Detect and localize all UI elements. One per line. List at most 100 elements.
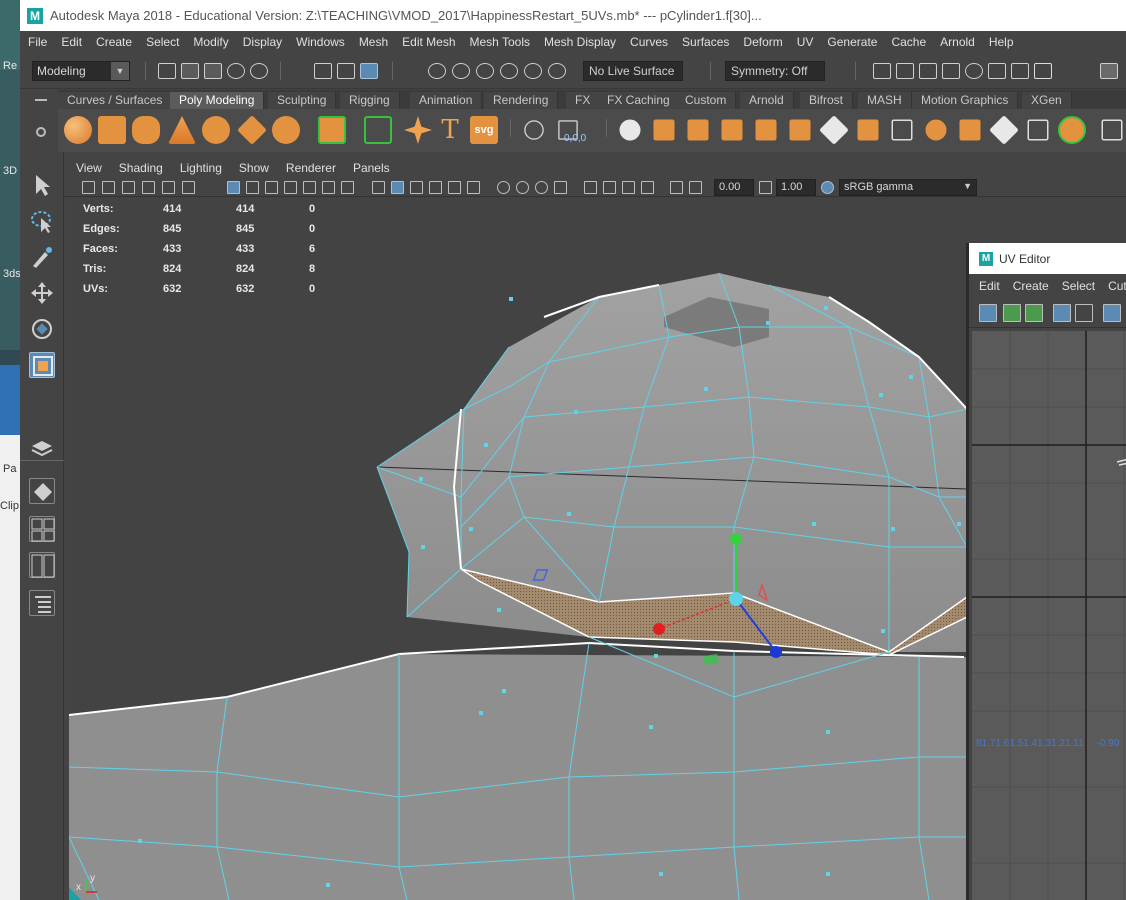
resolution-gate-icon[interactable] xyxy=(265,181,278,194)
sweep-mesh-icon[interactable] xyxy=(404,116,432,144)
film-gate-icon[interactable] xyxy=(246,181,259,194)
arnold-settings-icon[interactable] xyxy=(1011,63,1029,79)
select-object-icon[interactable] xyxy=(337,63,355,79)
uv-menu-item[interactable]: Select xyxy=(1062,279,1095,293)
shelf-tab[interactable]: Bifrost xyxy=(800,92,854,109)
bridge-icon[interactable] xyxy=(789,119,811,141)
shelf-menu-icon[interactable] xyxy=(35,99,47,101)
reduce-icon[interactable] xyxy=(989,115,1019,145)
menu-set-dropdown[interactable]: Modeling ▼ xyxy=(32,61,130,81)
exposure-icon[interactable] xyxy=(689,181,702,194)
bevel-icon[interactable] xyxy=(819,115,849,145)
ambient-occlusion-icon[interactable] xyxy=(497,181,510,194)
ipr-render-icon[interactable] xyxy=(919,63,937,79)
safe-action-icon[interactable] xyxy=(322,181,335,194)
menu-item[interactable]: Mesh Display xyxy=(544,35,616,49)
uv-menu-item[interactable]: Cut xyxy=(1108,279,1126,293)
move-tool-icon[interactable] xyxy=(29,280,55,306)
snap-curve-icon[interactable] xyxy=(452,63,470,79)
xray-active-icon[interactable] xyxy=(622,181,635,194)
panel-menu-item[interactable]: Lighting xyxy=(180,161,222,175)
render-settings-icon[interactable] xyxy=(942,63,960,79)
menu-item[interactable]: Edit xyxy=(61,35,82,49)
uv-shell-icon[interactable] xyxy=(1003,304,1021,322)
textured-icon[interactable] xyxy=(429,181,442,194)
camera-attributes-icon[interactable] xyxy=(102,181,115,194)
symmetry-dropdown[interactable]: Symmetry: Off xyxy=(725,61,825,81)
depth-of-field-icon[interactable] xyxy=(554,181,567,194)
gamma-icon[interactable] xyxy=(759,181,772,194)
panel-menu-item[interactable]: Shading xyxy=(119,161,163,175)
panel-menu-item[interactable]: Renderer xyxy=(286,161,336,175)
outliner-layout-icon[interactable] xyxy=(29,590,55,616)
view-transform-toggle-icon[interactable] xyxy=(821,181,834,194)
poly-cone-icon[interactable] xyxy=(168,116,196,144)
render-view-icon[interactable] xyxy=(873,63,891,79)
select-tool-icon[interactable] xyxy=(29,172,55,198)
multi-cut-icon[interactable] xyxy=(857,119,879,141)
poly-torus-icon[interactable] xyxy=(202,116,230,144)
uv-editor-titlebar[interactable]: M UV Editor xyxy=(969,243,1126,274)
shelf-tab[interactable]: Rendering xyxy=(484,92,559,109)
isolate-select-icon[interactable] xyxy=(584,181,597,194)
extrude-icon[interactable] xyxy=(755,119,777,141)
uv-edge-icon[interactable] xyxy=(1025,304,1043,322)
wireframe-on-shaded-icon[interactable] xyxy=(410,181,423,194)
make-live-icon[interactable] xyxy=(548,63,566,79)
menu-item[interactable]: File xyxy=(28,35,47,49)
shadows-icon[interactable] xyxy=(467,181,480,194)
color-space-dropdown[interactable]: sRGB gamma ▼ xyxy=(839,179,977,196)
user-account-icon[interactable] xyxy=(1100,63,1118,79)
undo-icon[interactable] xyxy=(227,63,245,79)
shelf-tab[interactable]: MASH xyxy=(858,92,912,109)
save-scene-icon[interactable] xyxy=(204,63,222,79)
paint-select-tool-icon[interactable] xyxy=(29,244,55,270)
live-surface-field[interactable]: No Live Surface xyxy=(583,61,683,81)
snap-projected-icon[interactable] xyxy=(500,63,518,79)
menu-item[interactable]: Generate xyxy=(827,35,877,49)
target-weld-icon[interactable] xyxy=(891,119,913,141)
poly-plane-icon[interactable] xyxy=(237,115,267,145)
window-titlebar[interactable]: M Autodesk Maya 2018 - Educational Versi… xyxy=(20,0,1126,31)
motion-blur-icon[interactable] xyxy=(516,181,529,194)
type-tool-icon[interactable]: T xyxy=(436,116,464,144)
scale-tool-icon[interactable] xyxy=(29,352,55,378)
menu-item[interactable]: Select xyxy=(146,35,179,49)
camera-select-icon[interactable] xyxy=(82,181,95,194)
uv-grid-toggle-icon[interactable] xyxy=(1053,304,1071,322)
menu-item[interactable]: Help xyxy=(989,35,1014,49)
rotate-tool-icon[interactable] xyxy=(29,316,55,342)
xray-icon[interactable] xyxy=(603,181,616,194)
safe-title-icon[interactable] xyxy=(341,181,354,194)
panel-menu-item[interactable]: View xyxy=(76,161,102,175)
poly-disc-icon[interactable] xyxy=(272,116,300,144)
menu-item[interactable]: Arnold xyxy=(940,35,975,49)
shelf-tab[interactable]: Rigging xyxy=(340,92,400,109)
poly-sphere-icon[interactable] xyxy=(64,116,92,144)
svg-tool-icon[interactable]: svg xyxy=(470,116,498,144)
gamma-field[interactable]: 1.00 xyxy=(776,179,816,196)
gate-mask-icon[interactable] xyxy=(284,181,297,194)
single-perspective-layout-icon[interactable] xyxy=(29,478,55,504)
shelf-tab[interactable]: XGen xyxy=(1022,92,1072,109)
wireframe-icon[interactable] xyxy=(372,181,385,194)
crease-tool-icon[interactable] xyxy=(1027,119,1049,141)
separate-icon[interactable] xyxy=(653,119,675,141)
menu-item[interactable]: Surfaces xyxy=(682,35,729,49)
anti-alias-icon[interactable] xyxy=(535,181,548,194)
menu-item[interactable]: Deform xyxy=(743,35,782,49)
smooth-shade-icon[interactable] xyxy=(391,181,404,194)
shelf-tab[interactable]: FX Caching xyxy=(598,92,680,109)
panel-menu-item[interactable]: Panels xyxy=(353,161,390,175)
uv-select-icon[interactable] xyxy=(979,304,997,322)
shelf-tab[interactable]: Custom xyxy=(676,92,737,109)
poly-cube-icon[interactable] xyxy=(98,116,126,144)
select-component-icon[interactable] xyxy=(360,63,378,79)
redo-icon[interactable] xyxy=(250,63,268,79)
menu-item[interactable]: Cache xyxy=(891,35,926,49)
field-chart-icon[interactable] xyxy=(303,181,316,194)
shelf-tab[interactable]: Poly Modeling xyxy=(170,92,265,109)
open-scene-icon[interactable] xyxy=(181,63,199,79)
menu-item[interactable]: Display xyxy=(243,35,282,49)
snap-point-icon[interactable] xyxy=(476,63,494,79)
